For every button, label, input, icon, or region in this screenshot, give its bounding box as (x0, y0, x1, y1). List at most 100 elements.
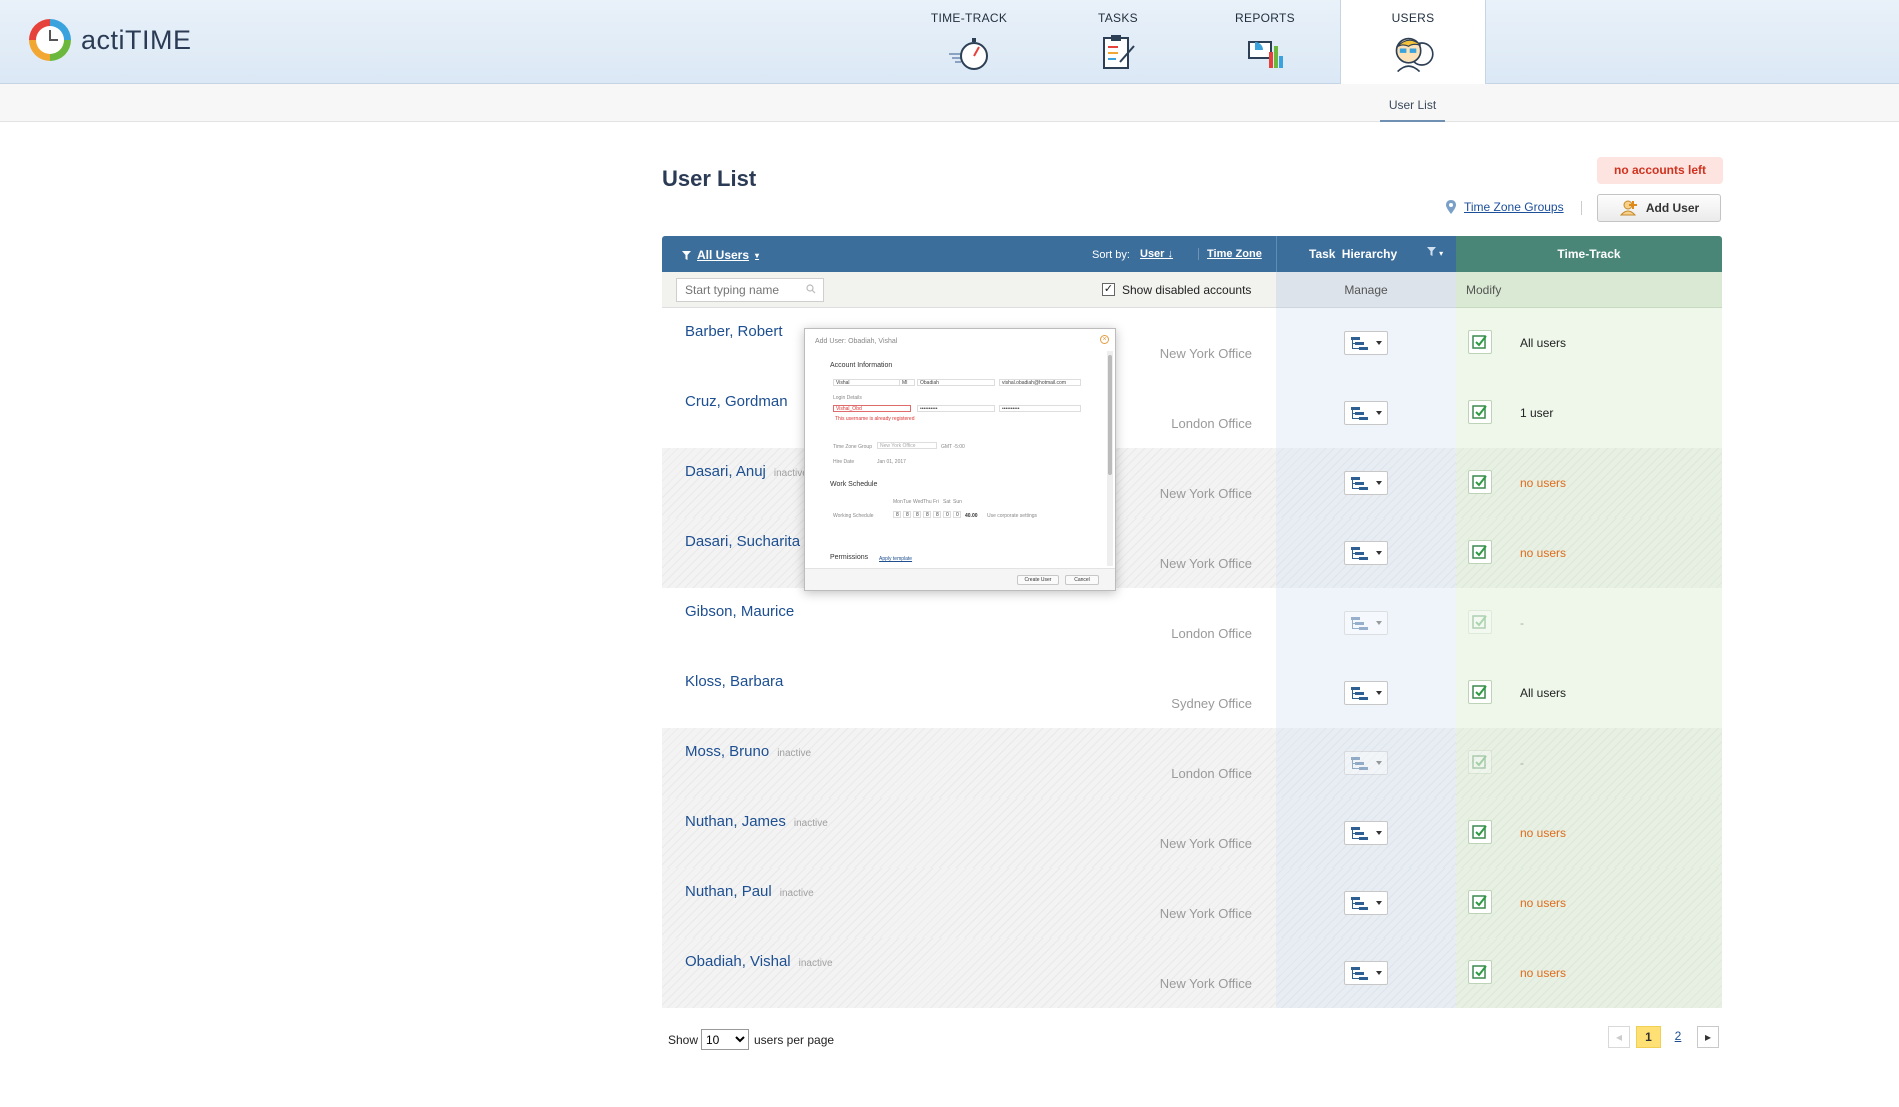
modify-access-button[interactable] (1468, 610, 1492, 634)
time-zone-groups-link[interactable]: Time Zone Groups (1446, 200, 1564, 214)
modify-access-button[interactable] (1468, 540, 1492, 564)
nav-tab-time-track[interactable]: TIME-TRACK (896, 0, 1042, 84)
sort-by-timezone-button[interactable]: Time Zone (1198, 248, 1262, 260)
user-filter-dropdown[interactable]: All Users ▾ (682, 248, 759, 262)
password-confirm-field[interactable]: •••••••••• (999, 405, 1081, 412)
day-hours-field[interactable]: 8 (903, 511, 911, 518)
task-hierarchy-dropdown[interactable] (1344, 611, 1388, 635)
hire-date-value[interactable]: Jan 01, 2017 (877, 459, 906, 465)
create-user-button[interactable]: Create User (1017, 575, 1059, 585)
user-cell: Nuthan, Paul inactive New York Office (662, 868, 1276, 938)
day-header: Mon (893, 499, 903, 505)
task-hierarchy-label: Task Hierarchy (1309, 247, 1398, 261)
user-name: Moss, Bruno (685, 743, 770, 760)
search-input[interactable] (676, 278, 824, 302)
mi-field[interactable]: MI (899, 379, 915, 386)
table-row: Kloss, Barbara Sydney Office All users (662, 658, 1722, 728)
day-header: Thu (923, 499, 932, 505)
time-track-header: Time-Track (1456, 236, 1722, 272)
chevron-left-icon: ◂ (1615, 1030, 1623, 1044)
close-icon[interactable]: × (1100, 335, 1109, 344)
user-name-link[interactable]: Cruz, Gordman (685, 393, 796, 410)
task-hierarchy-dropdown[interactable] (1344, 401, 1388, 425)
page-title: User List (662, 166, 757, 191)
tz-group-select[interactable]: New York Office (877, 442, 937, 449)
dialog-scrollbar[interactable] (1107, 351, 1113, 566)
task-hierarchy-cell (1276, 378, 1456, 448)
cancel-button[interactable]: Cancel (1065, 575, 1099, 585)
day-hours-field[interactable]: 8 (933, 511, 941, 518)
modify-access-button[interactable] (1468, 750, 1492, 774)
use-corporate-settings[interactable]: Use corporate settings (987, 513, 1037, 519)
user-name-link[interactable]: Kloss, Barbara (685, 673, 791, 690)
sub-navigation-bar: User List (0, 84, 1899, 122)
task-hierarchy-dropdown[interactable] (1344, 821, 1388, 845)
day-hours-field[interactable]: 8 (893, 511, 901, 518)
table-toolbar: ✓ Show disabled accounts (662, 272, 1276, 308)
task-hierarchy-dropdown[interactable] (1344, 471, 1388, 495)
user-name-link[interactable]: Dasari, Anuj inactive (685, 463, 808, 480)
day-hours-field[interactable]: 0 (943, 511, 951, 518)
time-zone-groups-label: Time Zone Groups (1464, 200, 1564, 214)
nav-tab-reports[interactable]: REPORTS (1192, 0, 1338, 84)
app-logo[interactable]: actiTIME (29, 19, 192, 61)
user-name-link[interactable]: Dasari, Sucharita (685, 533, 808, 550)
nav-tab-tasks[interactable]: TASKS (1045, 0, 1191, 84)
office-label: New York Office (1159, 486, 1252, 501)
user-name-link[interactable]: Moss, Bruno inactive (685, 743, 811, 760)
next-page-button[interactable]: ▸ (1697, 1026, 1719, 1048)
per-page-select[interactable]: 102050 (701, 1029, 749, 1050)
task-filter-dropdown[interactable]: ▾ (1427, 247, 1443, 259)
last-name-field[interactable]: Obadiah (917, 379, 995, 386)
user-name-link[interactable]: Gibson, Maurice (685, 603, 802, 620)
day-hours-field[interactable]: 0 (953, 511, 961, 518)
user-name-link[interactable]: Obadiah, Vishal inactive (685, 953, 833, 970)
nav-tab-users[interactable]: USERS (1340, 0, 1486, 85)
modify-access-button[interactable] (1468, 470, 1492, 494)
modify-access-button[interactable] (1468, 960, 1492, 984)
task-hierarchy-dropdown[interactable] (1344, 751, 1388, 775)
table-row: Nuthan, Paul inactive New York Office no us… (662, 868, 1722, 938)
task-hierarchy-header: Task Hierarchy ▾ (1276, 236, 1456, 272)
sort-down-arrow-icon: ↓ (1167, 248, 1174, 260)
dialog-footer: Create User Cancel (805, 568, 1115, 590)
modify-access-button[interactable] (1468, 820, 1492, 844)
password-field[interactable]: •••••••••• (917, 405, 995, 412)
user-name-link[interactable]: Nuthan, James inactive (685, 813, 828, 830)
day-header: Wed (913, 499, 924, 505)
add-user-button[interactable]: Add User (1597, 194, 1721, 222)
modify-access-button[interactable] (1468, 330, 1492, 354)
task-hierarchy-cell (1276, 308, 1456, 378)
sort-by-user-button[interactable]: User ↓ (1140, 248, 1173, 260)
manage-column-header: Manage (1276, 272, 1456, 308)
task-hierarchy-cell (1276, 728, 1456, 798)
time-track-cell: All users (1456, 308, 1722, 378)
schedule-total: 40.00 (965, 513, 978, 519)
no-accounts-badge: no accounts left (1597, 157, 1723, 184)
task-hierarchy-dropdown[interactable] (1344, 681, 1388, 705)
day-hours-field[interactable]: 8 (923, 511, 931, 518)
prev-page-button[interactable]: ◂ (1608, 1026, 1630, 1048)
task-hierarchy-dropdown[interactable] (1344, 331, 1388, 355)
access-scope-label: no users (1520, 826, 1567, 840)
user-cell: Nuthan, James inactive New York Office (662, 798, 1276, 868)
task-hierarchy-dropdown[interactable] (1344, 541, 1388, 565)
user-name-link[interactable]: Barber, Robert (685, 323, 791, 340)
email-field[interactable]: vishal.obadiah@hotmail.com (999, 379, 1081, 386)
modify-access-button[interactable] (1468, 680, 1492, 704)
subtab-user-list[interactable]: User List (1380, 98, 1445, 122)
office-label: New York Office (1159, 906, 1252, 921)
modify-access-button[interactable] (1468, 890, 1492, 914)
task-hierarchy-dropdown[interactable] (1344, 891, 1388, 915)
username-field[interactable]: Vishal_Obd (833, 405, 911, 412)
page-1-button[interactable]: 1 (1636, 1026, 1661, 1048)
day-hours-field[interactable]: 8 (913, 511, 921, 518)
user-name-link[interactable]: Nuthan, Paul inactive (685, 883, 814, 900)
task-hierarchy-dropdown[interactable] (1344, 961, 1388, 985)
apply-template-link[interactable]: Apply template (879, 556, 912, 562)
modify-access-button[interactable] (1468, 400, 1492, 424)
add-user-dialog[interactable]: Add User: Obadiah, Vishal × Account Info… (804, 328, 1116, 591)
show-disabled-checkbox[interactable]: ✓ (1102, 283, 1115, 296)
page-2-button[interactable]: 2 (1666, 1026, 1690, 1048)
office-label: New York Office (1159, 836, 1252, 851)
